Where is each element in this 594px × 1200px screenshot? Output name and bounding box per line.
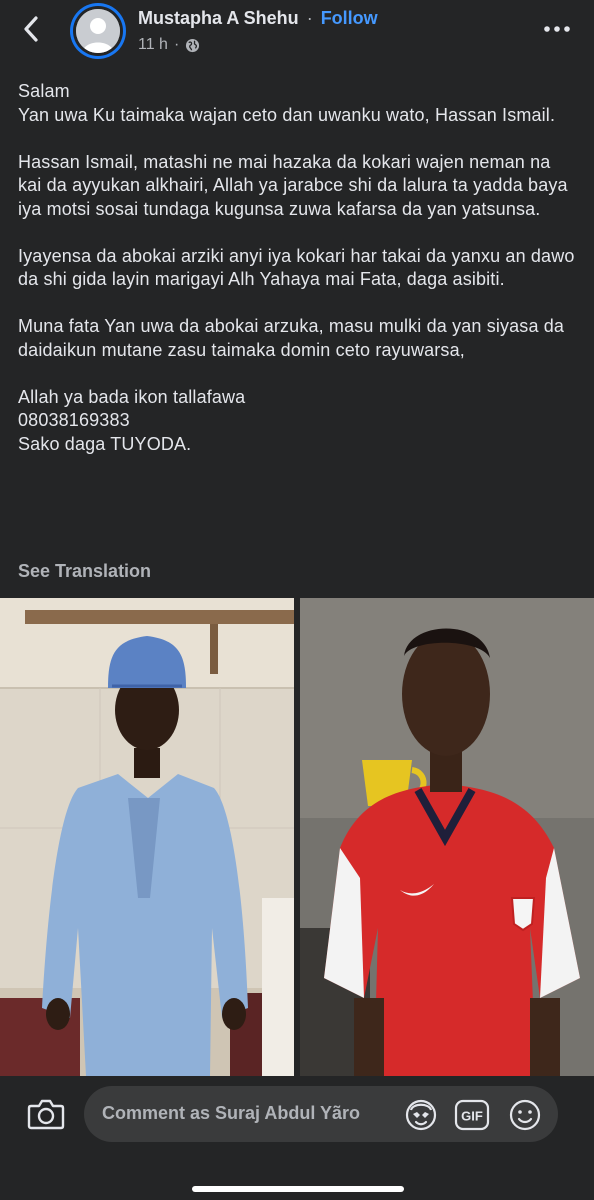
- post-paragraph: Allah ya bada ikon tallafawa 08038169383…: [18, 386, 246, 454]
- gif-button[interactable]: GIF: [454, 1098, 490, 1132]
- author-line: Mustapha A Shehu · Follow: [138, 8, 378, 29]
- separator-dot: ·: [306, 8, 313, 28]
- photo-illustration: [0, 598, 294, 1076]
- post-header: Mustapha A Shehu · Follow 11 h ·: [0, 0, 594, 62]
- camera-icon: [27, 1099, 65, 1130]
- back-button[interactable]: [16, 14, 46, 44]
- post-paragraph: Muna fata Yan uwa da abokai arzuka, masu…: [18, 316, 565, 360]
- comment-placeholder: Comment as Suraj Abdul Yãro: [102, 1103, 361, 1123]
- home-indicator[interactable]: [192, 1186, 404, 1192]
- author-avatar[interactable]: [70, 3, 126, 59]
- camera-button[interactable]: [26, 1096, 66, 1132]
- post-meta: 11 h ·: [138, 36, 200, 54]
- globe-icon: [186, 38, 200, 52]
- comment-composer: Comment as Suraj Abdul Yãro GIF: [0, 1076, 594, 1200]
- author-name[interactable]: Mustapha A Shehu: [138, 8, 299, 29]
- emoji-button[interactable]: [508, 1098, 542, 1132]
- photo-grid: [0, 598, 594, 1076]
- more-horizontal-icon: [544, 26, 570, 32]
- post-paragraph: Hassan Ismail, matashi ne mai hazaka da …: [18, 151, 568, 219]
- avatar-sticker-icon: [405, 1099, 437, 1131]
- gif-label: GIF: [461, 1109, 483, 1124]
- follow-button[interactable]: Follow: [321, 8, 378, 29]
- meta-separator: ·: [173, 36, 180, 53]
- chevron-left-icon: [24, 16, 38, 42]
- post-text: Salam Yan uwa Ku taimaka wajan ceto dan …: [18, 80, 578, 456]
- see-translation-link[interactable]: See Translation: [18, 561, 151, 582]
- default-profile-icon: [76, 9, 120, 53]
- comment-input[interactable]: Comment as Suraj Abdul Yãro GIF: [84, 1086, 558, 1142]
- avatar-sticker-button[interactable]: [404, 1098, 438, 1132]
- post-paragraph: Salam Yan uwa Ku taimaka wajan ceto dan …: [18, 81, 556, 125]
- timestamp[interactable]: 11 h: [138, 36, 168, 54]
- man-in-blue-kaftan-photo[interactable]: [0, 598, 294, 1076]
- gif-icon: GIF: [454, 1099, 490, 1131]
- man-in-red-jersey-photo[interactable]: [300, 598, 594, 1076]
- more-options-button[interactable]: [542, 18, 572, 40]
- photo-illustration: [300, 598, 594, 1076]
- post-paragraph: Iyayensa da abokai arziki anyi iya kokar…: [18, 245, 575, 290]
- smiley-icon: [509, 1099, 541, 1131]
